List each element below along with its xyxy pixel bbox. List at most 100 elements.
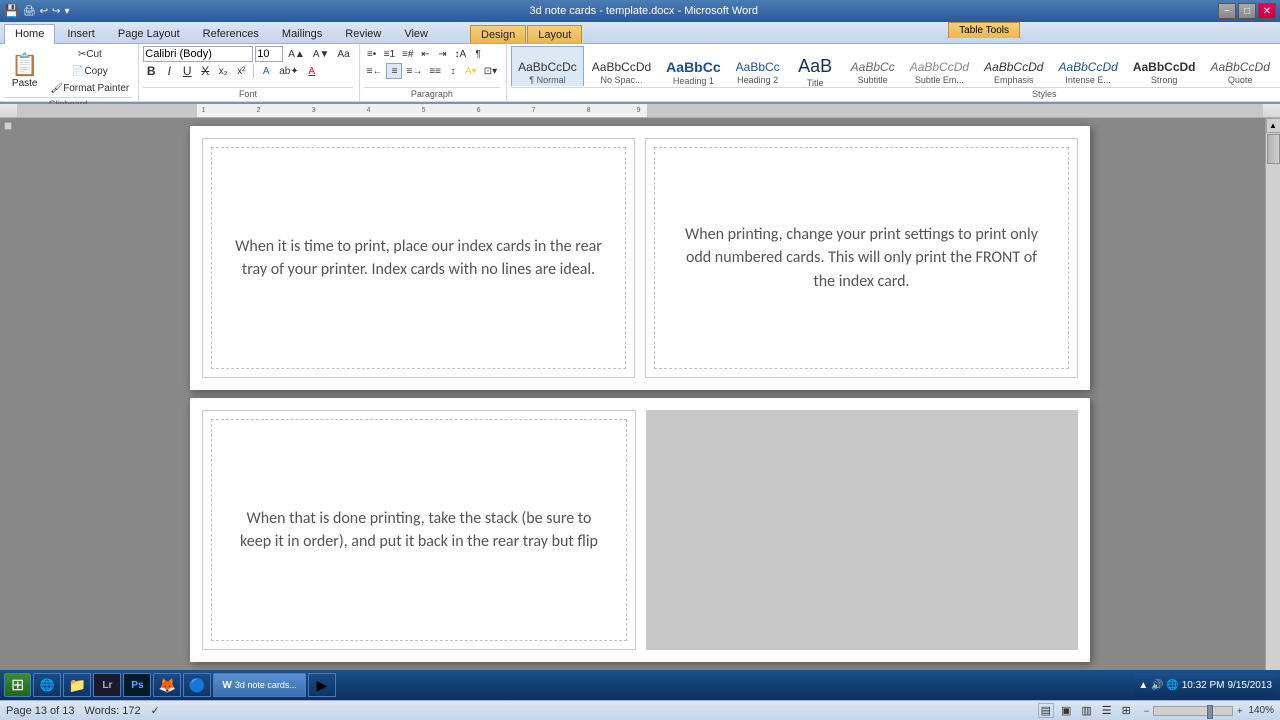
tab-page-layout[interactable]: Page Layout bbox=[107, 24, 191, 43]
style-intense-em[interactable]: AaBbCcDd Intense E... bbox=[1051, 46, 1124, 86]
document-area[interactable]: When it is time to print, place our inde… bbox=[15, 118, 1265, 720]
show-hide-button[interactable]: ¶ bbox=[470, 46, 486, 62]
clock: 10:32 PM bbox=[1182, 680, 1225, 691]
tab-design[interactable]: Design bbox=[470, 25, 526, 43]
card-1[interactable]: When it is time to print, place our inde… bbox=[202, 138, 635, 378]
taskbar-lr[interactable]: Lr bbox=[93, 673, 121, 697]
maximize-button[interactable]: □ bbox=[1238, 3, 1256, 19]
style-subtle-em[interactable]: AaBbCcDd Subtle Em... bbox=[903, 46, 976, 86]
scroll-up-button[interactable]: ▲ bbox=[1266, 118, 1280, 133]
view-print-icon[interactable]: ▤ bbox=[1038, 703, 1054, 718]
style-heading2[interactable]: AaBbCc Heading 2 bbox=[729, 46, 787, 86]
font-color-button[interactable]: A bbox=[304, 63, 320, 79]
card-3-text: When that is done printing, take the sta… bbox=[232, 507, 606, 553]
sort-button[interactable]: ↕A bbox=[451, 46, 469, 62]
font-name-input[interactable] bbox=[143, 46, 253, 62]
font-sep bbox=[253, 64, 254, 78]
system-tray: ▲ 🔊 🌐 10:32 PM 9/15/2013 bbox=[1134, 673, 1276, 697]
view-outline-icon[interactable]: ☰ bbox=[1099, 703, 1115, 718]
zoom-thumb[interactable] bbox=[1207, 705, 1213, 719]
zoom-minus[interactable]: − bbox=[1144, 706, 1149, 716]
style-subtitle[interactable]: AaBbCc Subtitle bbox=[844, 46, 902, 86]
card-2[interactable]: When printing, change your print setting… bbox=[645, 138, 1078, 378]
bullets-button[interactable]: ≡• bbox=[364, 46, 380, 62]
grow-font-button[interactable]: A▲ bbox=[285, 46, 308, 62]
main-content: When it is time to print, place our inde… bbox=[0, 118, 1280, 720]
tab-layout[interactable]: Layout bbox=[527, 25, 582, 43]
card-1-text: When it is time to print, place our inde… bbox=[232, 235, 605, 281]
zoom-slider[interactable] bbox=[1153, 706, 1233, 716]
style-quote[interactable]: AaBbCcDd Quote bbox=[1204, 46, 1277, 86]
view-fullread-icon[interactable]: ▣ bbox=[1058, 703, 1074, 718]
tray-icons: ▲ 🔊 🌐 bbox=[1138, 680, 1178, 691]
borders-button[interactable]: ⊡▾ bbox=[481, 63, 500, 79]
right-scrollbar: ▲ ▼ bbox=[1265, 118, 1280, 720]
ribbon-tabs: Table Tools Home Insert Page Layout Refe… bbox=[0, 22, 1280, 44]
taskbar-media[interactable]: ▶ bbox=[308, 673, 336, 697]
multilevel-button[interactable]: ≡# bbox=[399, 46, 416, 62]
scroll-thumb[interactable] bbox=[1267, 134, 1280, 164]
view-draft-icon[interactable]: ⊞ bbox=[1119, 703, 1134, 718]
taskbar-firefox[interactable]: 🦊 bbox=[153, 673, 181, 697]
cut-button[interactable]: ✂ Cut bbox=[47, 46, 132, 62]
copy-button[interactable]: 📄 Copy bbox=[47, 63, 132, 79]
taskbar-ie[interactable]: 🌐 bbox=[33, 673, 61, 697]
paste-button[interactable]: 📋 Paste bbox=[4, 46, 45, 94]
taskbar-chrome[interactable]: 🔵 bbox=[183, 673, 211, 697]
style-no-spacing[interactable]: AaBbCcDd No Spac... bbox=[585, 46, 658, 86]
align-center-button[interactable]: ≡ bbox=[386, 63, 402, 79]
highlight-button[interactable]: ab✦ bbox=[276, 63, 302, 79]
text-effect-button[interactable]: A bbox=[258, 63, 274, 79]
status-bar: Page 13 of 13 Words: 172 ✓ ▤ ▣ ▥ ☰ ⊞ − +… bbox=[0, 700, 1280, 720]
left-scroll-top[interactable] bbox=[4, 122, 12, 130]
taskbar-ps[interactable]: Ps bbox=[123, 673, 151, 697]
zoom-level[interactable]: 140% bbox=[1248, 705, 1274, 716]
zoom-plus[interactable]: + bbox=[1237, 706, 1242, 716]
align-right-button[interactable]: ≡→ bbox=[403, 63, 425, 79]
style-title[interactable]: AaB Title bbox=[788, 46, 843, 86]
table-tools-tab: Table Tools bbox=[948, 22, 1020, 38]
tab-review[interactable]: Review bbox=[334, 24, 392, 43]
style-normal[interactable]: AaBbCcDc ¶ Normal bbox=[511, 46, 584, 86]
font-size-input[interactable] bbox=[255, 46, 283, 62]
numbering-button[interactable]: ≡1 bbox=[381, 46, 398, 62]
card-3[interactable]: When that is done printing, take the sta… bbox=[202, 410, 636, 650]
shading-button[interactable]: A▾ bbox=[462, 63, 480, 79]
tab-mailings[interactable]: Mailings bbox=[271, 24, 333, 43]
taskbar-explorer[interactable]: 📁 bbox=[63, 673, 91, 697]
clear-format-button[interactable]: Aa bbox=[334, 46, 352, 62]
bold-button[interactable]: B bbox=[143, 63, 159, 79]
strikethrough-button[interactable]: X bbox=[197, 63, 213, 79]
line-spacing-button[interactable]: ↕ bbox=[445, 63, 461, 79]
underline-button[interactable]: U bbox=[179, 63, 195, 79]
ruler-inner: 1 2 3 4 5 6 7 8 9 bbox=[17, 104, 1264, 117]
increase-indent-button[interactable]: ⇥ bbox=[434, 46, 450, 62]
superscript-button[interactable]: x² bbox=[233, 63, 249, 79]
start-button[interactable]: ⊞ bbox=[4, 673, 31, 697]
date: 9/15/2013 bbox=[1228, 680, 1273, 691]
font-group: A▲ A▼ Aa B I U X x₂ x² A ab✦ A bbox=[139, 44, 359, 101]
subscript-button[interactable]: x₂ bbox=[215, 63, 231, 79]
view-web-icon[interactable]: ▥ bbox=[1078, 703, 1094, 718]
style-strong[interactable]: AaBbCcDd Strong bbox=[1126, 46, 1203, 86]
minimize-button[interactable]: − bbox=[1218, 3, 1236, 19]
decrease-indent-button[interactable]: ⇤ bbox=[417, 46, 433, 62]
italic-button[interactable]: I bbox=[161, 63, 177, 79]
shrink-font-button[interactable]: A▼ bbox=[310, 46, 333, 62]
title-bar: 💾 🖨 ↩ ↪ ▾ 3d note cards - template.docx … bbox=[0, 0, 1280, 22]
title-text: 3d note cards - template.docx - Microsof… bbox=[69, 5, 1218, 17]
format-painter-button[interactable]: 🖌 Format Painter bbox=[47, 80, 132, 96]
taskbar-word[interactable]: W 3d note cards... bbox=[213, 673, 306, 697]
page-row-1: When it is time to print, place our inde… bbox=[190, 126, 1090, 390]
close-button[interactable]: ✕ bbox=[1258, 3, 1276, 19]
tab-insert[interactable]: Insert bbox=[56, 24, 106, 43]
align-left-button[interactable]: ≡← bbox=[364, 63, 386, 79]
justify-button[interactable]: ≡≡ bbox=[426, 63, 444, 79]
card-2-text: When printing, change your print setting… bbox=[675, 223, 1048, 293]
tab-references[interactable]: References bbox=[192, 24, 270, 43]
style-heading1[interactable]: AaBbCc Heading 1 bbox=[659, 46, 727, 86]
tab-home[interactable]: Home bbox=[4, 24, 55, 44]
style-emphasis[interactable]: AaBbCcDd Emphasis bbox=[977, 46, 1050, 86]
left-sidebar bbox=[0, 118, 15, 720]
tab-view[interactable]: View bbox=[393, 24, 439, 43]
